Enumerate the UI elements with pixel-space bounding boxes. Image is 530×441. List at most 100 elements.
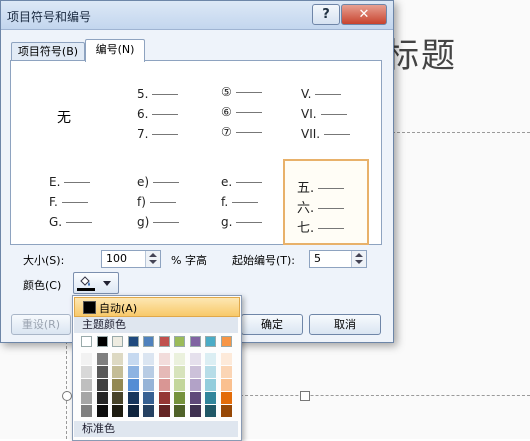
spin-up-icon[interactable]	[355, 253, 363, 257]
theme-shade-swatch[interactable]	[189, 392, 201, 404]
theme-shade-swatch[interactable]	[189, 379, 201, 391]
theme-shade-swatch[interactable]	[205, 379, 216, 391]
reset-button[interactable]: 重设(R)	[11, 314, 71, 335]
theme-color-swatch[interactable]	[220, 336, 232, 347]
start-at-value: 5	[314, 252, 321, 265]
theme-shade-swatch[interactable]	[205, 353, 216, 365]
tab-numbering[interactable]: 编号(N)	[85, 39, 145, 62]
tab-bullets[interactable]: 项目符号(B)	[11, 42, 85, 61]
list-item: ⑤	[221, 85, 232, 99]
theme-shade-swatch[interactable]	[220, 353, 232, 365]
theme-shade-swatch[interactable]	[143, 353, 154, 365]
theme-shade-swatch[interactable]	[143, 379, 154, 391]
spin-up-icon[interactable]	[149, 253, 157, 257]
theme-shade-swatch[interactable]	[174, 379, 185, 391]
current-color-swatch	[77, 288, 95, 291]
theme-shade-swatch[interactable]	[112, 366, 123, 378]
theme-shade-swatch[interactable]	[158, 392, 170, 404]
cancel-button[interactable]: 取消	[309, 314, 381, 335]
color-picker-button[interactable]	[73, 272, 119, 294]
theme-shade-swatch[interactable]	[143, 392, 154, 404]
theme-shade-swatch[interactable]	[158, 366, 170, 378]
list-item: ⑦	[221, 125, 232, 139]
theme-shade-swatch[interactable]	[205, 366, 216, 378]
theme-shade-swatch[interactable]	[127, 366, 139, 378]
dialog-titlebar[interactable]: 项目符号和编号 ? ✕	[1, 1, 393, 30]
theme-shade-swatch[interactable]	[112, 392, 123, 404]
bullets-numbering-dialog: 项目符号和编号 ? ✕ 项目符号(B) 编号(N) 无 5. 6. 7. ⑤ ⑥…	[0, 0, 394, 343]
theme-shade-swatch[interactable]	[112, 379, 123, 391]
size-spinner[interactable]: 100	[101, 250, 161, 268]
theme-shade-swatch[interactable]	[143, 366, 154, 378]
theme-shade-swatch[interactable]	[127, 379, 139, 391]
theme-shade-swatch[interactable]	[81, 379, 92, 391]
theme-shade-swatch[interactable]	[220, 392, 232, 404]
list-item: 6.	[137, 107, 149, 121]
theme-shade-swatch[interactable]	[205, 392, 216, 404]
theme-color-swatch[interactable]	[81, 336, 92, 347]
theme-color-swatch[interactable]	[205, 336, 216, 347]
theme-shade-swatch[interactable]	[158, 379, 170, 391]
size-label: 大小(S):	[23, 254, 65, 267]
theme-shade-swatch[interactable]	[127, 353, 139, 365]
theme-shade-swatch[interactable]	[189, 405, 201, 417]
theme-shade-swatch[interactable]	[220, 405, 232, 417]
close-button[interactable]: ✕	[341, 4, 387, 25]
theme-shade-swatch[interactable]	[81, 392, 92, 404]
list-item: g.	[221, 215, 233, 229]
ok-button[interactable]: 确定	[241, 314, 303, 335]
spin-down-icon[interactable]	[149, 260, 157, 264]
theme-color-swatch[interactable]	[127, 336, 139, 347]
gallery-cell-chinese-selected[interactable]: 五. 六. 七.	[283, 159, 369, 245]
theme-color-swatch[interactable]	[112, 336, 123, 347]
gallery-cell-roman[interactable]: V. VI. VII.	[301, 83, 381, 153]
theme-shade-swatch[interactable]	[143, 405, 154, 417]
list-item: 5.	[137, 87, 149, 101]
theme-color-swatch[interactable]	[143, 336, 154, 347]
theme-shade-swatch[interactable]	[96, 392, 108, 404]
theme-shade-swatch[interactable]	[127, 392, 139, 404]
theme-shade-swatch[interactable]	[81, 353, 92, 365]
theme-shade-swatch[interactable]	[189, 366, 201, 378]
theme-shade-swatch[interactable]	[127, 405, 139, 417]
spin-down-icon[interactable]	[355, 260, 363, 264]
theme-color-swatch[interactable]	[96, 336, 108, 347]
theme-shade-swatch[interactable]	[189, 353, 201, 365]
gallery-cell-lower-alpha-paren[interactable]: e) f) g)	[137, 171, 217, 241]
start-at-spinner[interactable]: 5	[309, 250, 367, 268]
list-item: 七.	[297, 221, 315, 236]
start-at-label: 起始编号(T):	[232, 254, 296, 267]
theme-color-swatch[interactable]	[158, 336, 170, 347]
theme-shade-swatch[interactable]	[96, 353, 108, 365]
list-item: E.	[49, 175, 61, 189]
theme-shade-swatch[interactable]	[81, 405, 92, 417]
automatic-color-option[interactable]: 自动(A)	[74, 297, 240, 317]
theme-shade-swatch[interactable]	[112, 405, 123, 417]
help-button[interactable]: ?	[312, 4, 340, 25]
theme-shade-swatch[interactable]	[174, 366, 185, 378]
theme-shade-swatch[interactable]	[220, 366, 232, 378]
resize-handle-bottom[interactable]	[300, 391, 310, 401]
gallery-cell-arabic[interactable]: 5. 6. 7.	[137, 83, 217, 153]
theme-shade-swatch[interactable]	[96, 405, 108, 417]
theme-shade-swatch[interactable]	[158, 405, 170, 417]
theme-shade-swatch[interactable]	[158, 353, 170, 365]
dialog-title: 项目符号和编号	[7, 10, 92, 24]
theme-shade-swatch[interactable]	[174, 353, 185, 365]
theme-shade-swatch[interactable]	[112, 353, 123, 365]
theme-shade-swatch[interactable]	[205, 405, 216, 417]
theme-shade-swatch[interactable]	[96, 379, 108, 391]
gallery-cell-upper-alpha[interactable]: E. F. G.	[49, 171, 129, 241]
gallery-cell-none[interactable]: 无	[19, 79, 99, 149]
theme-shade-swatch[interactable]	[174, 392, 185, 404]
theme-shade-swatch[interactable]	[220, 379, 232, 391]
theme-color-swatch[interactable]	[189, 336, 201, 347]
placeholder-border-top	[392, 132, 530, 133]
gallery-cell-circled[interactable]: ⑤ ⑥ ⑦	[221, 83, 301, 153]
list-item: 六.	[297, 201, 315, 216]
theme-shade-swatch[interactable]	[174, 405, 185, 417]
resize-handle-left[interactable]	[62, 391, 72, 401]
theme-color-swatch[interactable]	[174, 336, 185, 347]
theme-shade-swatch[interactable]	[96, 366, 108, 378]
theme-shade-swatch[interactable]	[81, 366, 92, 378]
